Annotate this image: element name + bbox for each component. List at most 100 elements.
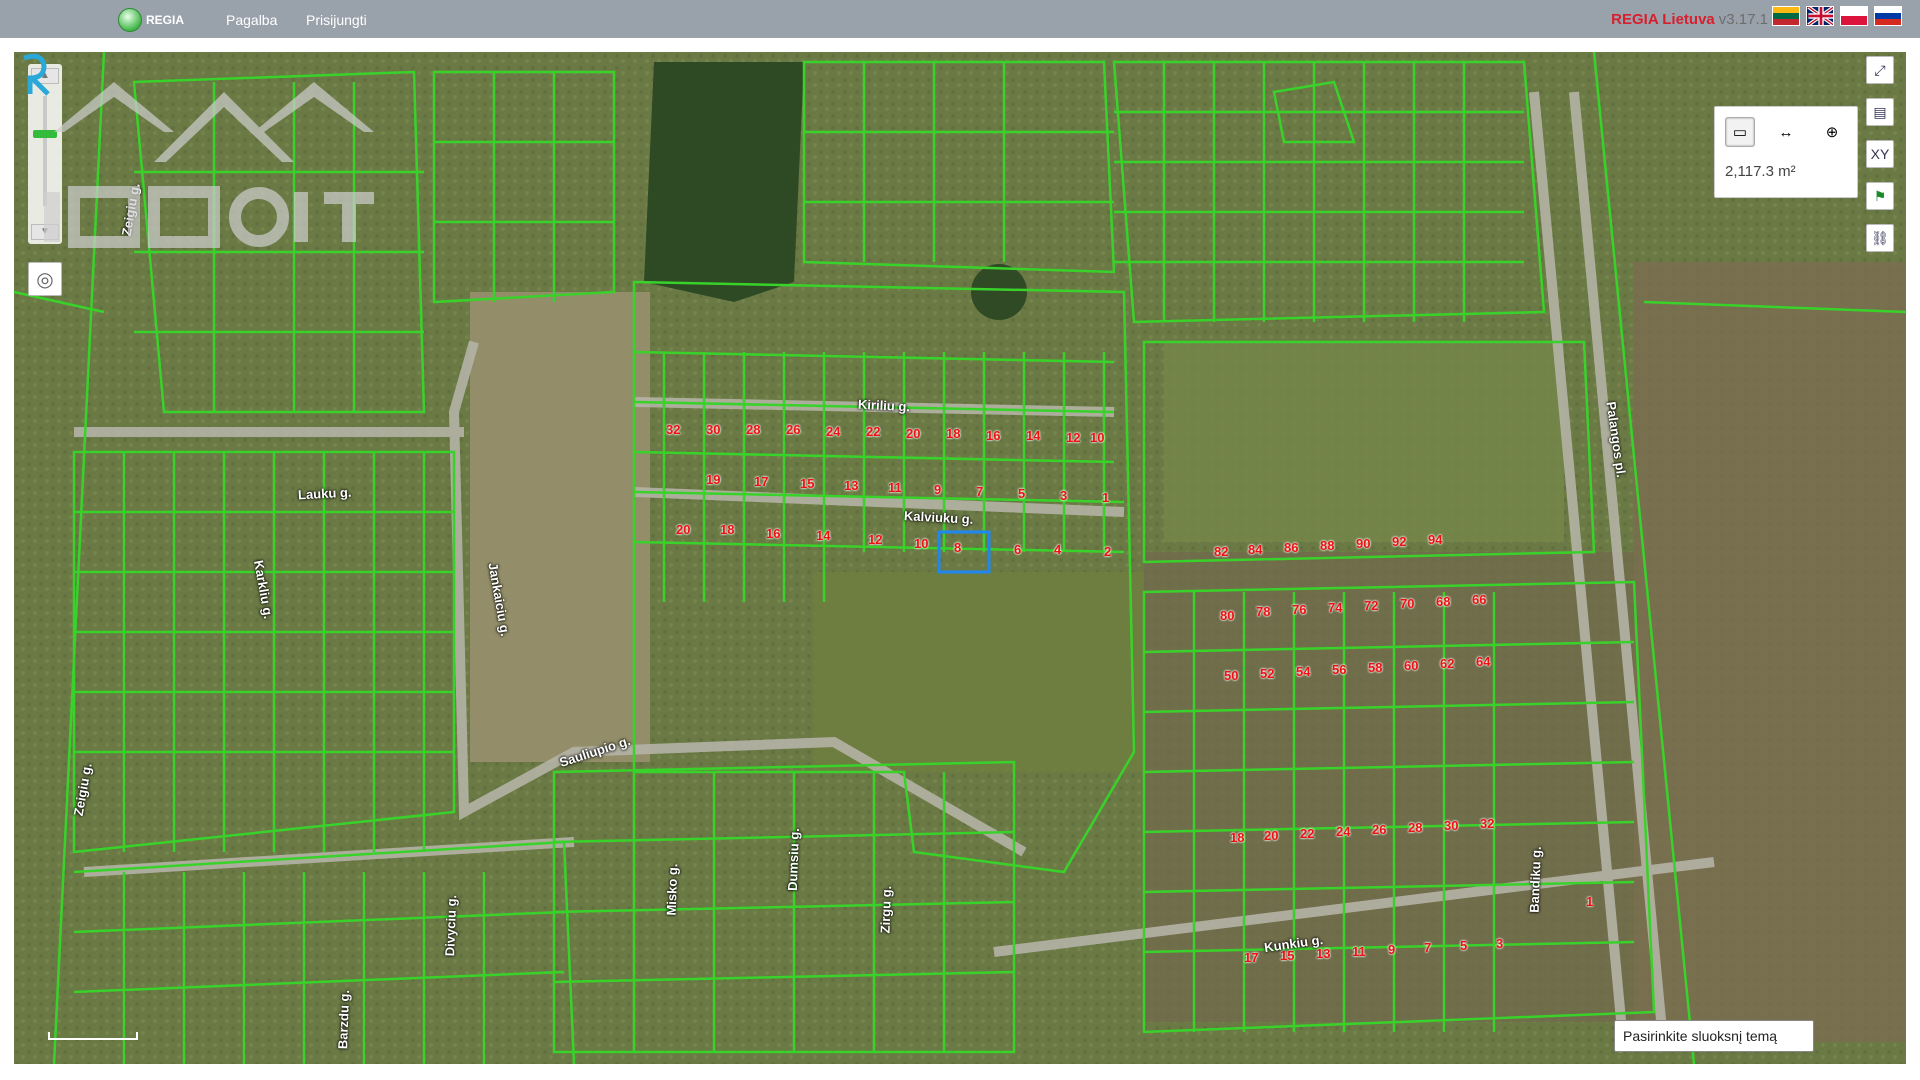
parcel-number: 74 [1328, 600, 1343, 615]
layer-icon: ▤ [1873, 103, 1887, 120]
parcel-number: 26 [786, 422, 801, 437]
brand-name: REGIA Lietuva [1611, 11, 1715, 28]
zoom-slider-handle[interactable] [33, 130, 57, 138]
parcel-number: 64 [1476, 654, 1491, 669]
parcel-number: 4 [1054, 542, 1062, 557]
nav-help-link[interactable]: Pagalba [226, 12, 277, 28]
parcel-number: 76 [1292, 602, 1307, 617]
parcel-number: 62 [1440, 656, 1455, 671]
parcel-number: 70 [1400, 596, 1415, 611]
parcel-number: 24 [1336, 824, 1351, 839]
parcel-number: 20 [906, 426, 921, 441]
parcel-number: 26 [1372, 822, 1387, 837]
parcel-number: 11 [888, 480, 902, 495]
xy-coordinates-button[interactable]: XY [1866, 140, 1894, 168]
poland-flag-icon[interactable] [1840, 6, 1868, 26]
parcel-number: 56 [1332, 662, 1347, 677]
cadastral-map[interactable]: 32 30 28 26 24 22 20 18 16 14 12 10 8 6 … [14, 52, 1906, 1064]
coordinate-button[interactable]: ⊕ [1817, 117, 1847, 147]
street-label: Divyciu g. [442, 894, 460, 957]
street-label: Zirgu g. [877, 885, 895, 934]
parcel-number: 9 [934, 482, 942, 497]
parcel-number: 22 [866, 424, 881, 439]
parcel-number: 15 [800, 476, 815, 491]
parcel-number: 12 [1066, 430, 1081, 445]
distance-measure-icon: ↔ [1778, 123, 1794, 141]
parcel-number: 32 [666, 422, 681, 437]
parcel-number: 92 [1392, 534, 1407, 549]
parcel-number: 78 [1256, 604, 1271, 619]
parcel-number: 13 [844, 478, 859, 493]
top-bar: REGIA Pagalba Prisijungti REGIA Lietuva v… [0, 0, 1920, 38]
parcel-number: 1 [1102, 490, 1110, 505]
area-measure-button[interactable]: ▭ [1725, 117, 1755, 147]
parcel-number: 12 [868, 532, 883, 547]
link-button[interactable]: ⛓ [1866, 224, 1894, 252]
parcel-number: 18 [1230, 830, 1245, 845]
parcel-number: 1 [1586, 894, 1594, 909]
parcel-number: 5 [1460, 938, 1468, 953]
parcel-number: 18 [720, 522, 735, 537]
version-label: v3.17.1 [1718, 11, 1768, 28]
parcel-number: 3 [1496, 936, 1504, 951]
parcel-number: 3 [1060, 488, 1068, 503]
parcel-number: 24 [826, 424, 841, 439]
logo-text: REGIA [146, 13, 185, 27]
parcel-number: 30 [706, 422, 721, 437]
parcel-number: 9 [1388, 942, 1396, 957]
coordinates-xy-icon: XY [1870, 146, 1890, 162]
measure-panel: ▭ ↔ ⊕ 2,117.3 m² [1714, 106, 1858, 198]
lithuania-flag-icon[interactable] [1772, 6, 1800, 26]
parcel-number: 32 [1480, 816, 1495, 831]
layer-theme-select[interactable] [1614, 1020, 1814, 1052]
parcel-number: 13 [1316, 946, 1331, 961]
locate-button[interactable]: ◎ [28, 262, 62, 296]
parcel-number: 5 [1018, 486, 1026, 501]
street-label: Barzdu g. [335, 989, 353, 1050]
parcel-number: 8 [954, 540, 962, 555]
layers-button[interactable]: ▤ [1866, 98, 1894, 126]
parcel-number: 14 [1026, 428, 1041, 443]
parcel-number: 54 [1296, 664, 1311, 679]
parcel-number: 28 [1408, 820, 1423, 835]
map-scale-bar [48, 1032, 138, 1040]
parcel-number: 6 [1014, 542, 1022, 557]
parcel-number: 11 [1352, 944, 1366, 959]
parcel-number: 20 [1264, 828, 1279, 843]
flag-icon: ⚑ [1873, 187, 1887, 204]
distance-measure-button[interactable]: ↔ [1771, 117, 1801, 147]
flag-button[interactable]: ⚑ [1866, 182, 1894, 210]
parcel-number: 7 [1424, 940, 1432, 955]
parcel-number: 10 [1090, 430, 1105, 445]
parcel-number: 90 [1356, 536, 1371, 551]
area-measure-icon: ▭ [1732, 124, 1748, 141]
parcel-number: 19 [706, 472, 721, 487]
parcel-number: 16 [986, 428, 1001, 443]
zoom-slider-track[interactable] [43, 96, 47, 206]
parcel-number: 30 [1444, 818, 1459, 833]
parcel-number: 72 [1364, 598, 1379, 613]
street-label: Lauku g. [297, 484, 352, 503]
parcel-number: 58 [1368, 660, 1383, 675]
measured-area-value: 2,117.3 m² [1725, 163, 1796, 180]
zoom-out-button[interactable]: ▼ [31, 224, 59, 240]
parcel-number: 66 [1472, 592, 1487, 607]
parcel-number: 14 [816, 528, 831, 543]
parcel-number: 68 [1436, 594, 1451, 609]
regia-logo[interactable]: REGIA [118, 6, 184, 34]
parcel-number: 50 [1224, 668, 1239, 683]
parcel-number: 28 [746, 422, 761, 437]
chevron-down-icon: ▼ [40, 226, 50, 237]
regia-watermark-logo [23, 53, 50, 96]
fullscreen-icon: ⤢ [1874, 61, 1886, 78]
parcel-number: 60 [1404, 658, 1419, 673]
parcel-number: 10 [914, 536, 929, 551]
fullscreen-button[interactable]: ⤢ [1866, 56, 1894, 84]
street-label: Bandiku g. [1526, 846, 1544, 913]
nav-login-link[interactable]: Prisijungti [306, 12, 367, 28]
uk-flag-icon[interactable] [1806, 6, 1834, 26]
russia-flag-icon[interactable] [1874, 6, 1902, 26]
target-icon: ◎ [36, 268, 54, 291]
parcel-number: 88 [1320, 538, 1335, 553]
street-label: Kiriliu g. [857, 396, 911, 415]
